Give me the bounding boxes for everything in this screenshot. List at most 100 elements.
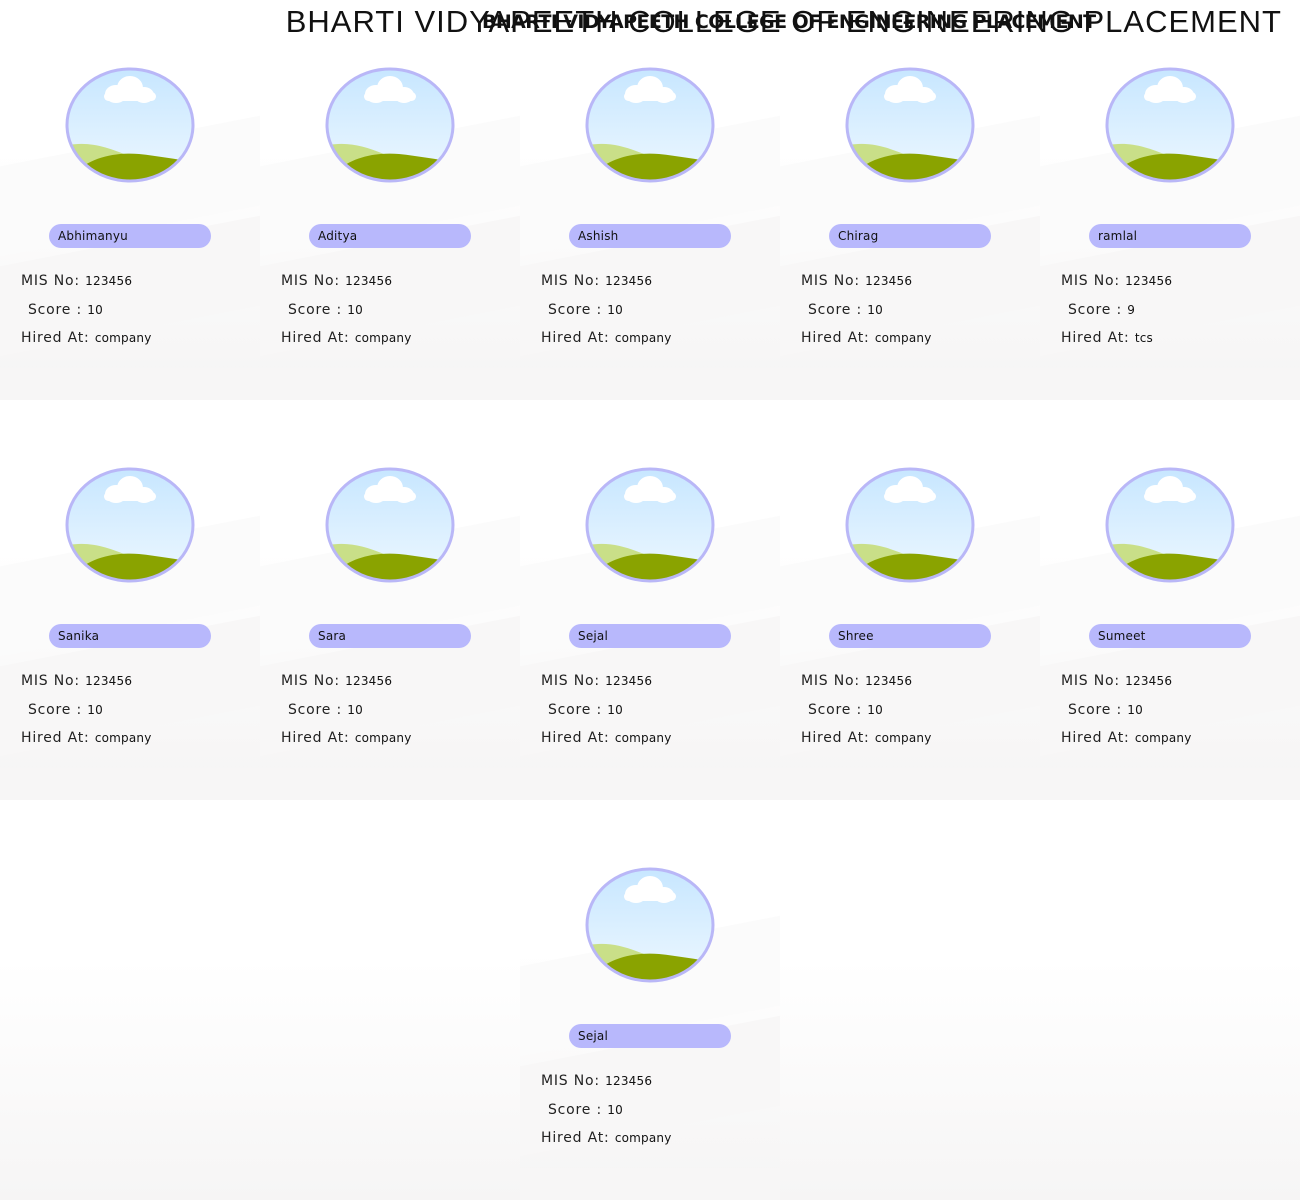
empty-grid-cell xyxy=(780,800,1040,1200)
student-name: Shree xyxy=(838,629,874,643)
mis-value: 123456 xyxy=(865,274,913,288)
mis-label: MIS No: xyxy=(1061,273,1126,289)
hired-value: company xyxy=(354,331,412,345)
student-card[interactable]: Shree MIS No: 123456 Score : 10 Hired At… xyxy=(780,400,1040,800)
mis-value: 123456 xyxy=(605,1074,653,1088)
score-value: 10 xyxy=(347,703,363,717)
mis-row: MIS No: 123456 xyxy=(281,270,392,289)
hired-row: Hired At: company xyxy=(21,727,152,746)
hired-row: Hired At: company xyxy=(281,727,412,746)
student-card[interactable]: Sara MIS No: 123456 Score : 10 Hired At:… xyxy=(260,400,520,800)
hired-value: company xyxy=(614,331,672,345)
score-label: Score : xyxy=(28,702,88,718)
score-label: Score : xyxy=(288,702,348,718)
score-row: Score : 10 xyxy=(808,299,883,318)
student-name-pill: Aditya xyxy=(309,224,471,248)
hired-label: Hired At: xyxy=(801,730,875,746)
score-value: 10 xyxy=(1127,703,1143,717)
student-card-cell: Chirag MIS No: 123456 Score : 10 Hired A… xyxy=(780,0,1040,400)
mis-label: MIS No: xyxy=(21,673,86,689)
score-label: Score : xyxy=(28,302,88,318)
score-label: Score : xyxy=(548,702,608,718)
hired-row: Hired At: company xyxy=(801,727,932,746)
student-name-pill: Sanika xyxy=(49,624,211,648)
student-name: Aditya xyxy=(318,229,358,243)
student-card[interactable]: Ashish MIS No: 123456 Score : 10 Hired A… xyxy=(520,0,780,400)
hired-label: Hired At: xyxy=(21,730,95,746)
student-card[interactable]: Sumeet MIS No: 123456 Score : 10 Hired A… xyxy=(1040,400,1300,800)
hired-row: Hired At: tcs xyxy=(1061,327,1153,346)
mis-row: MIS No: 123456 xyxy=(541,670,652,689)
student-card[interactable]: ramlal MIS No: 123456 Score : 9 Hired At… xyxy=(1040,0,1300,400)
student-card[interactable]: Sejal MIS No: 123456 Score : 10 Hired At… xyxy=(520,800,780,1200)
score-label: Score : xyxy=(548,302,608,318)
mis-row: MIS No: 123456 xyxy=(541,1070,652,1089)
student-card[interactable]: Sanika MIS No: 123456 Score : 10 Hired A… xyxy=(0,400,260,800)
score-value: 10 xyxy=(867,703,883,717)
score-value: 10 xyxy=(607,703,623,717)
mis-row: MIS No: 123456 xyxy=(801,670,912,689)
hired-row: Hired At: company xyxy=(281,327,412,346)
student-card-cell: Aditya MIS No: 123456 Score : 10 Hired A… xyxy=(260,0,520,400)
hired-row: Hired At: company xyxy=(801,327,932,346)
mis-label: MIS No: xyxy=(801,673,866,689)
score-row: Score : 10 xyxy=(28,699,103,718)
student-name: Sanika xyxy=(58,629,100,643)
mis-label: MIS No: xyxy=(541,273,606,289)
student-card[interactable]: Sejal MIS No: 123456 Score : 10 Hired At… xyxy=(520,400,780,800)
student-card[interactable]: Chirag MIS No: 123456 Score : 10 Hired A… xyxy=(780,0,1040,400)
hired-value: company xyxy=(94,731,152,745)
hired-label: Hired At: xyxy=(1061,330,1135,346)
mis-value: 123456 xyxy=(1125,274,1173,288)
student-card[interactable]: Abhimanyu MIS No: 123456 Score : 10 Hire… xyxy=(0,0,260,400)
student-name-pill: Chirag xyxy=(829,224,991,248)
student-name-pill: Ashish xyxy=(569,224,731,248)
student-grid: Abhimanyu MIS No: 123456 Score : 10 Hire… xyxy=(0,0,1300,1200)
mis-row: MIS No: 123456 xyxy=(21,270,132,289)
score-row: Score : 10 xyxy=(548,699,623,718)
hired-row: Hired At: company xyxy=(541,727,672,746)
hired-value: company xyxy=(874,331,932,345)
score-value: 9 xyxy=(1127,303,1136,317)
score-label: Score : xyxy=(1068,702,1128,718)
student-name: Ashish xyxy=(578,229,619,243)
student-name-pill: Sara xyxy=(309,624,471,648)
score-row: Score : 10 xyxy=(548,299,623,318)
mis-label: MIS No: xyxy=(21,273,86,289)
mis-value: 123456 xyxy=(1125,674,1173,688)
student-name: Sumeet xyxy=(1098,629,1146,643)
mis-value: 123456 xyxy=(605,674,653,688)
hired-value: company xyxy=(1134,731,1192,745)
hired-value: company xyxy=(614,1131,672,1145)
mis-label: MIS No: xyxy=(281,273,346,289)
score-label: Score : xyxy=(808,702,868,718)
student-card[interactable]: Aditya MIS No: 123456 Score : 10 Hired A… xyxy=(260,0,520,400)
mis-row: MIS No: 123456 xyxy=(21,670,132,689)
mis-row: MIS No: 123456 xyxy=(1061,270,1172,289)
score-row: Score : 10 xyxy=(288,299,363,318)
hired-label: Hired At: xyxy=(281,330,355,346)
score-value: 10 xyxy=(607,303,623,317)
mis-row: MIS No: 123456 xyxy=(1061,670,1172,689)
hired-value: company xyxy=(874,731,932,745)
landscape-avatar-icon xyxy=(584,866,716,984)
score-row: Score : 9 xyxy=(1068,299,1135,318)
mis-label: MIS No: xyxy=(541,673,606,689)
student-name: ramlal xyxy=(1098,229,1138,243)
score-value: 10 xyxy=(87,703,103,717)
hired-row: Hired At: company xyxy=(541,1127,672,1146)
mis-label: MIS No: xyxy=(541,1073,606,1089)
student-name: Chirag xyxy=(838,229,879,243)
mis-row: MIS No: 123456 xyxy=(281,670,392,689)
mis-value: 123456 xyxy=(85,274,133,288)
mis-row: MIS No: 123456 xyxy=(801,270,912,289)
hired-row: Hired At: company xyxy=(541,327,672,346)
hired-label: Hired At: xyxy=(801,330,875,346)
landscape-avatar-icon xyxy=(324,66,456,184)
student-name-pill: Sumeet xyxy=(1089,624,1251,648)
student-name: Abhimanyu xyxy=(58,229,128,243)
student-card-cell: Shree MIS No: 123456 Score : 10 Hired At… xyxy=(780,400,1040,800)
mis-label: MIS No: xyxy=(281,673,346,689)
student-card-cell: Sejal MIS No: 123456 Score : 10 Hired At… xyxy=(520,400,780,800)
landscape-avatar-icon xyxy=(844,466,976,584)
